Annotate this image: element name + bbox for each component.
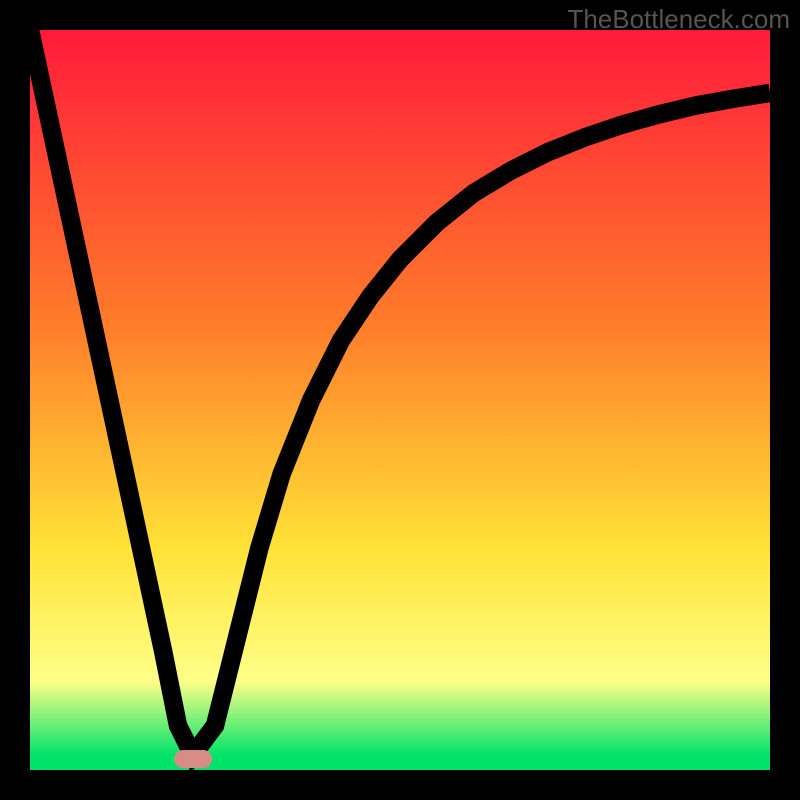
bottleneck-curve	[30, 30, 770, 755]
plot-area	[30, 30, 770, 770]
watermark-text: TheBottleneck.com	[567, 4, 790, 35]
chart-frame: TheBottleneck.com	[0, 0, 800, 800]
optimum-marker	[174, 750, 212, 768]
curve-layer	[30, 30, 770, 770]
